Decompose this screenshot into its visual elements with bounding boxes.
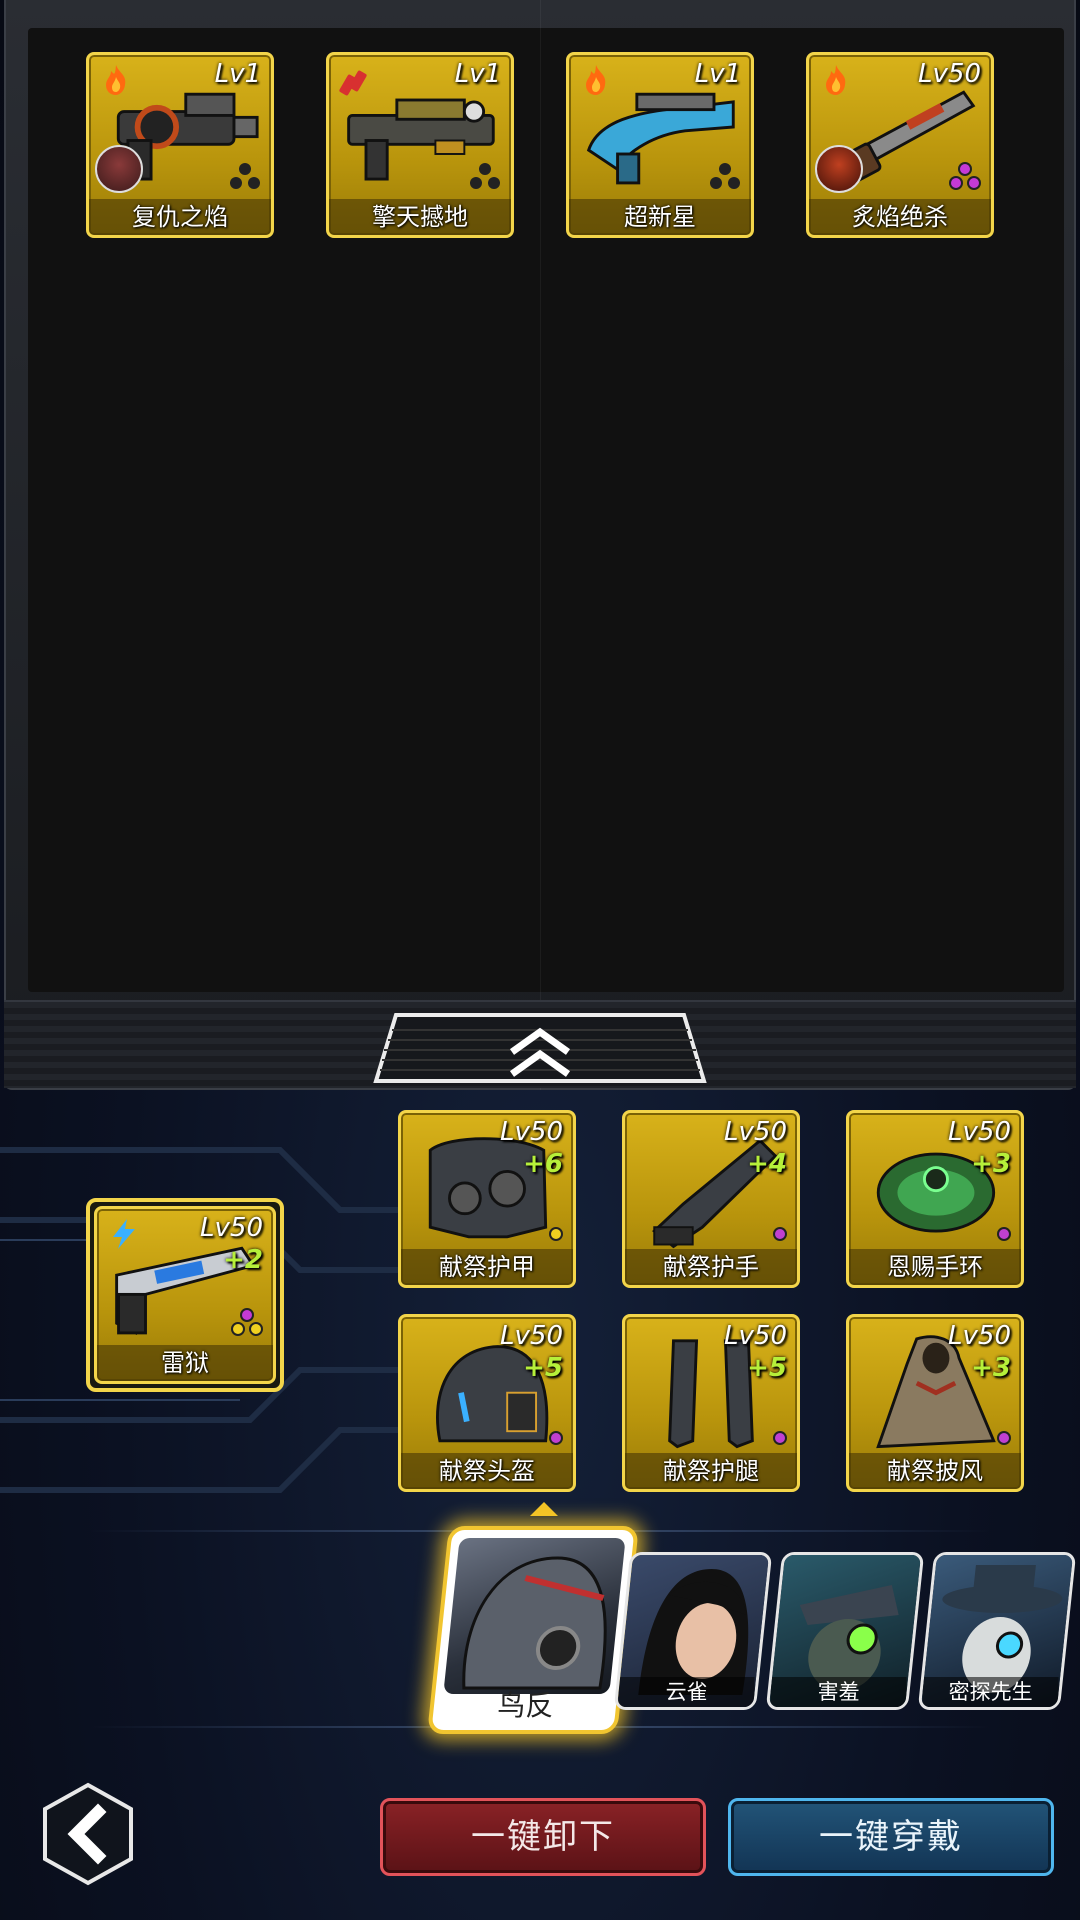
item-name: 献祭头盔: [401, 1453, 573, 1489]
hero-card-2[interactable]: 害羞: [765, 1552, 925, 1710]
panel-divider: [540, 0, 541, 1090]
quality-dots: [470, 163, 500, 189]
hero-name: 害羞: [770, 1677, 907, 1707]
quality-dot: [549, 1431, 563, 1445]
item-level: Lv50: [500, 1321, 563, 1351]
hero-card-3[interactable]: 密探先生: [917, 1552, 1077, 1710]
selected-hero-indicator-icon: [530, 1502, 558, 1516]
quality-dot: [997, 1431, 1011, 1445]
item-name: 炙焰绝杀: [809, 199, 991, 235]
item-enhance: +5: [747, 1353, 787, 1383]
quality-dots: [231, 1308, 263, 1336]
item-level: Lv1: [694, 59, 741, 89]
hero-name: 云雀: [618, 1677, 755, 1707]
quality-dots: [949, 162, 981, 190]
item-enhance: +3: [971, 1353, 1011, 1383]
hero-name: 密探先生: [922, 1677, 1059, 1707]
owner-avatar: [95, 145, 143, 193]
gear-slot-gloves[interactable]: Lv50 +4 献祭护手: [622, 1110, 800, 1288]
quality-dots: [230, 163, 260, 189]
item-enhance: +5: [523, 1353, 563, 1383]
quality-dot: [997, 1227, 1011, 1241]
item-name: 献祭护腿: [625, 1453, 797, 1489]
item-enhance: +6: [523, 1149, 563, 1179]
equipped-weapon[interactable]: Lv50 +2 雷狱: [94, 1206, 276, 1384]
quality-dots: [710, 163, 740, 189]
item-level: Lv50: [724, 1117, 787, 1147]
item-level: Lv1: [214, 59, 261, 89]
item-enhance: +2: [223, 1245, 263, 1275]
inventory-item-4[interactable]: Lv50 炙焰绝杀: [806, 52, 994, 238]
item-enhance: +3: [971, 1149, 1011, 1179]
quality-dot: [549, 1227, 563, 1241]
item-level: Lv50: [200, 1213, 263, 1243]
gear-slot-legs[interactable]: Lv50 +5 献祭护腿: [622, 1314, 800, 1492]
item-name: 献祭护手: [625, 1249, 797, 1285]
fire-icon: [826, 65, 846, 95]
item-name: 雷狱: [97, 1345, 273, 1381]
item-name: 恩赐手环: [849, 1249, 1021, 1285]
hero-selected[interactable]: 鸟反: [427, 1526, 639, 1734]
item-name: 擎天撼地: [329, 199, 511, 235]
hero-card-1[interactable]: 云雀: [613, 1552, 773, 1710]
item-name: 献祭护甲: [401, 1249, 573, 1285]
item-level: Lv50: [724, 1321, 787, 1351]
gear-slot-bracelet[interactable]: Lv50 +3 恩赐手环: [846, 1110, 1024, 1288]
back-button[interactable]: [40, 1782, 136, 1886]
gear-slot-cloak[interactable]: Lv50 +3 献祭披风: [846, 1314, 1024, 1492]
owner-avatar: [815, 145, 863, 193]
fire-icon: [586, 65, 606, 95]
item-level: Lv50: [948, 1321, 1011, 1351]
gear-slot-helmet[interactable]: Lv50 +5 献祭头盔: [398, 1314, 576, 1492]
equip-all-button[interactable]: 一键穿戴: [728, 1798, 1054, 1876]
lightning-icon: [113, 1219, 135, 1249]
item-level: Lv50: [500, 1117, 563, 1147]
unequip-all-button[interactable]: 一键卸下: [380, 1798, 706, 1876]
item-name: 超新星: [569, 199, 751, 235]
dynamite-icon: [339, 70, 367, 96]
inventory-item-3[interactable]: Lv1 超新星: [566, 52, 754, 238]
inventory-item-2[interactable]: Lv1 擎天撼地: [326, 52, 514, 238]
item-level: Lv50: [918, 59, 981, 89]
quality-dot: [773, 1227, 787, 1241]
item-name: 复仇之焰: [89, 199, 271, 235]
hero-name: 鸟反: [497, 1689, 554, 1722]
item-level: Lv1: [454, 59, 501, 89]
item-name: 献祭披风: [849, 1453, 1021, 1489]
quality-dot: [773, 1431, 787, 1445]
inventory-item-1[interactable]: Lv1 复仇之焰: [86, 52, 274, 238]
item-enhance: +4: [747, 1149, 787, 1179]
robot-helmet-portrait: [462, 1556, 607, 1690]
item-level: Lv50: [948, 1117, 1011, 1147]
hero-portrait: [443, 1538, 626, 1694]
fire-icon: [106, 65, 126, 95]
collapse-inventory-button[interactable]: [372, 1012, 708, 1084]
gear-slot-armor[interactable]: Lv50 +6 献祭护甲: [398, 1110, 576, 1288]
